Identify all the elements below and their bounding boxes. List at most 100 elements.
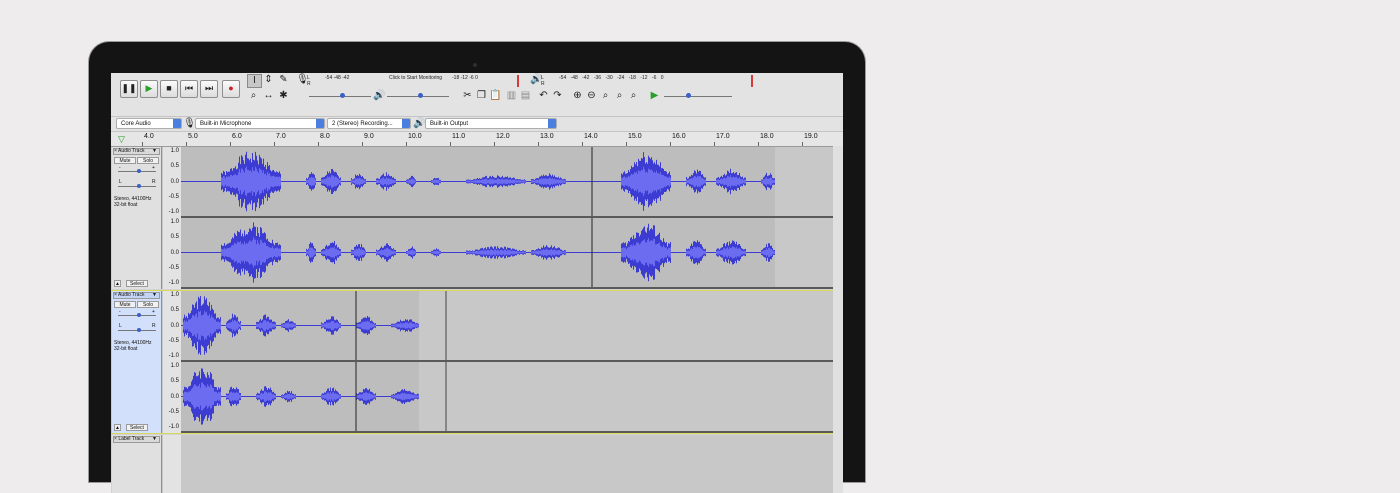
chevron-down-icon[interactable]: ▼ <box>152 149 157 154</box>
playback-volume-slider[interactable] <box>387 92 449 100</box>
amplitude-label: -0.5 <box>168 408 179 415</box>
draw-tool[interactable]: ✎ <box>277 74 290 86</box>
close-icon[interactable]: × <box>114 292 117 298</box>
input-device-dropdown[interactable]: Built-in Microphone <box>195 118 325 129</box>
gain-minus-label: - <box>119 165 121 171</box>
undo-button[interactable]: ↶ <box>537 90 550 102</box>
audio-host-dropdown[interactable]: Core Audio <box>116 118 182 129</box>
waveform-left-channel[interactable] <box>181 147 833 218</box>
zoom-in-button[interactable]: ⊕ <box>571 90 584 102</box>
track-name[interactable]: Audio Track <box>118 148 144 154</box>
zoom-in-icon: ⊕ <box>573 90 582 101</box>
paste-button[interactable]: 📋 <box>489 90 502 102</box>
label-track-area[interactable] <box>181 435 833 493</box>
ruler-tick <box>186 142 187 146</box>
ruler-tick <box>274 142 275 146</box>
cut-button[interactable]: ✂ <box>461 90 474 102</box>
ruler-tick <box>318 142 319 146</box>
undo-icon: ↶ <box>539 90 548 101</box>
label-track-control-panel: × Label Track ▼ <box>112 435 162 493</box>
ruler-tick-label: 15.0 <box>628 133 642 140</box>
ruler-tick <box>538 142 539 146</box>
silence-button[interactable]: ▤ <box>519 90 532 102</box>
amplitude-label: -1.0 <box>168 209 179 215</box>
stop-button[interactable]: ■ <box>160 80 178 98</box>
close-icon[interactable]: × <box>114 148 117 154</box>
skip-to-end-button[interactable]: ⏭ <box>200 80 218 98</box>
timeline-ruler[interactable]: ▽ 4.0 5.0 6.0 7.0 8.0 9.0 10.0 11.0 12.0 13.0 14.0… <box>111 132 843 147</box>
track-header[interactable]: × Audio Track ▼ <box>113 292 160 299</box>
channels-value: 2 (Stereo) Recording... <box>332 121 393 127</box>
chevron-down-icon[interactable]: ▼ <box>152 437 157 442</box>
select-button[interactable]: Select <box>126 424 148 431</box>
mute-button[interactable]: Mute <box>114 301 136 308</box>
amplitude-label: 0.0 <box>170 393 179 400</box>
pause-icon: ❚❚ <box>121 83 137 93</box>
record-meter-label[interactable]: Click to Start Monitoring <box>389 75 442 81</box>
play-icon: ▶ <box>145 83 153 93</box>
pan-left-label: L <box>119 179 122 185</box>
play-at-speed-button[interactable]: ▶ <box>648 90 661 102</box>
close-icon[interactable]: × <box>114 436 117 442</box>
ruler-tick <box>362 142 363 146</box>
pan-slider[interactable] <box>118 327 156 333</box>
ruler-tick-label: 5.0 <box>188 133 198 140</box>
fit-project-button[interactable]: ⌕ <box>613 90 626 102</box>
track-header[interactable]: × Label Track ▼ <box>113 436 160 443</box>
redo-button[interactable]: ↷ <box>551 90 564 102</box>
audio-track-2[interactable]: × Audio Track ▼ Mute Solo - + L R Stereo… <box>111 290 834 434</box>
gain-slider[interactable] <box>118 168 156 174</box>
amplitude-ruler: 1.0 0.5 0.0 -0.5 -1.0 1.0 0.5 0.0 -0.5 -1.0 <box>163 291 182 433</box>
ruler-tick-label: 7.0 <box>276 133 286 140</box>
envelope-tool[interactable]: ⇕ <box>262 74 275 86</box>
solo-button[interactable]: Solo <box>137 301 159 308</box>
solo-button[interactable]: Solo <box>137 157 159 164</box>
playback-meter[interactable]: L R -54 -48 -42 -36 -30 -24 -18 -12 -6 0 <box>541 75 761 88</box>
play-button[interactable]: ▶ <box>140 80 158 98</box>
collapse-button[interactable]: ▲ <box>114 280 121 287</box>
pan-right-label: R <box>152 179 156 185</box>
waveform-right-channel[interactable] <box>181 362 833 433</box>
play-speed-slider[interactable] <box>664 92 732 100</box>
chevron-down-icon[interactable]: ▼ <box>152 293 157 298</box>
record-button[interactable]: ● <box>222 80 240 98</box>
zoom-out-button[interactable]: ⊖ <box>585 90 598 102</box>
ruler-tick-label: 6.0 <box>232 133 242 140</box>
track-format-info: Stereo, 44100Hz 32-bit float <box>114 340 152 352</box>
mute-button[interactable]: Mute <box>114 157 136 164</box>
channels-dropdown[interactable]: 2 (Stereo) Recording... <box>327 118 411 129</box>
fit-selection-button[interactable]: ⌕ <box>599 90 612 102</box>
multi-tool[interactable]: ✱ <box>277 90 290 102</box>
track-header[interactable]: × Audio Track ▼ <box>113 148 160 155</box>
pause-button[interactable]: ❚❚ <box>120 80 138 98</box>
vertical-scrollbar[interactable] <box>833 146 843 493</box>
audio-track-1[interactable]: × Audio Track ▼ Mute Solo - + L R Stereo… <box>112 147 833 289</box>
select-button[interactable]: Select <box>126 280 148 287</box>
gain-slider[interactable] <box>118 312 156 318</box>
trim-button[interactable]: ▥ <box>505 90 518 102</box>
amplitude-label: -0.5 <box>168 193 179 200</box>
skip-to-start-button[interactable]: ⏮ <box>180 80 198 98</box>
play-head-icon[interactable]: ▽ <box>118 134 125 145</box>
playback-meter-lr: L R <box>541 75 545 87</box>
timeshift-tool[interactable]: ↔ <box>262 90 275 102</box>
pan-right-label: R <box>152 323 156 329</box>
ruler-tick-label: 12.0 <box>496 133 510 140</box>
pan-slider[interactable] <box>118 183 156 189</box>
copy-button[interactable]: ❐ <box>475 90 488 102</box>
collapse-button[interactable]: ▲ <box>114 424 121 431</box>
selection-tool[interactable]: I <box>247 74 262 88</box>
output-device-dropdown[interactable]: Built-in Output <box>425 118 557 129</box>
zoom-toggle-button[interactable]: ⌕ <box>627 90 640 102</box>
label-track[interactable]: × Label Track ▼ <box>112 435 833 493</box>
amplitude-label: -0.5 <box>168 264 179 271</box>
record-volume-slider[interactable] <box>309 92 371 100</box>
label-track-ruler <box>163 435 182 493</box>
waveform-right-channel[interactable] <box>181 218 833 289</box>
zoom-tool[interactable]: ⌕ <box>247 90 260 102</box>
track-name[interactable]: Audio Track <box>118 292 144 298</box>
waveform-left-channel[interactable] <box>181 291 833 362</box>
record-meter[interactable]: L R -54 -48 -42 Click to Start Monitorin… <box>307 75 527 88</box>
track-name[interactable]: Label Track <box>118 436 144 442</box>
gain-minus-label: - <box>119 309 121 315</box>
